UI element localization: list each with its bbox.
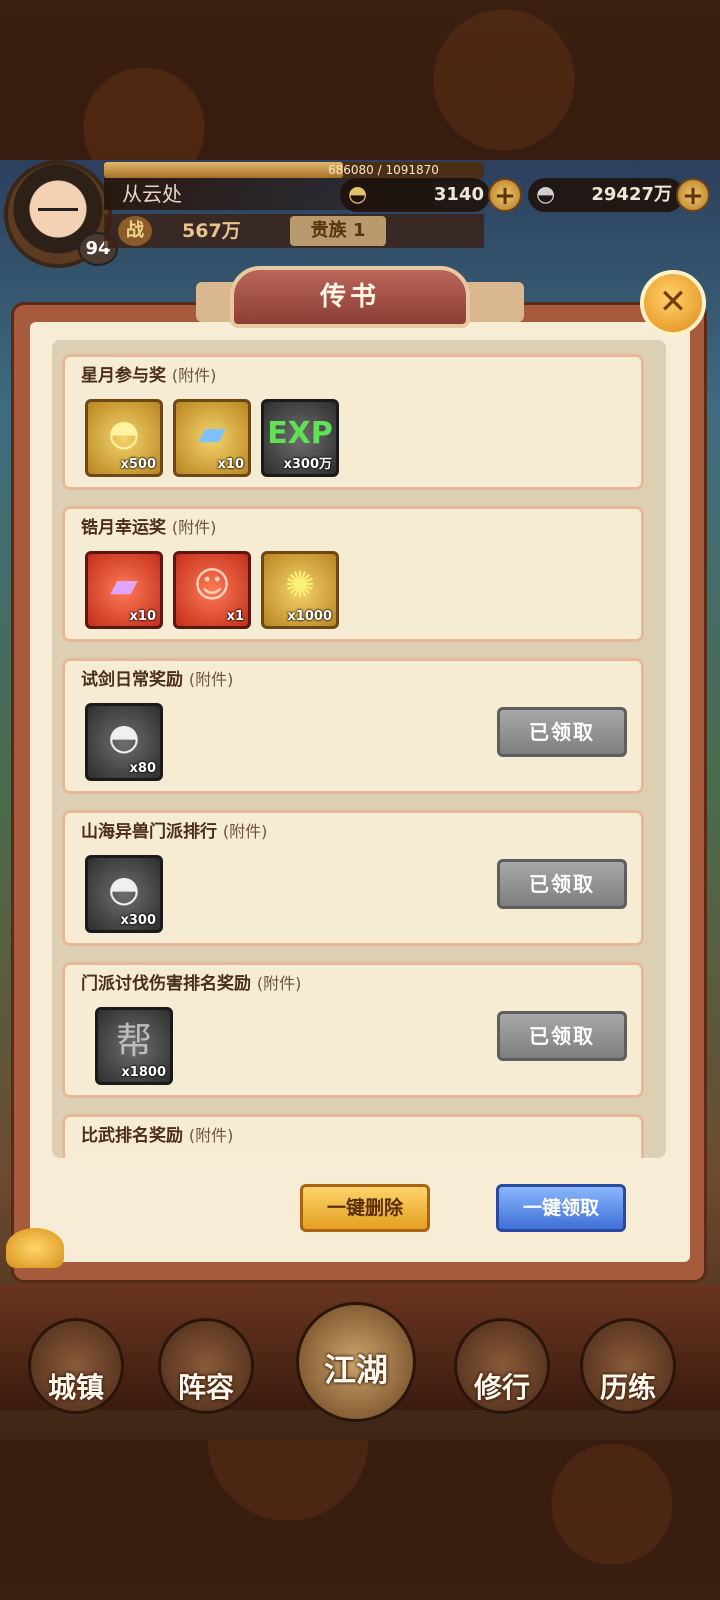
claim-all-button[interactable]: 一键领取 (496, 1184, 626, 1232)
player-name: 从云处 (122, 182, 182, 206)
gold-ingot-icon[interactable]: ◓ x500 (85, 399, 163, 477)
add-gold-button[interactable]: + (488, 178, 522, 212)
close-button[interactable]: ✕ (640, 270, 706, 336)
nav-training-label: 历练 (599, 1371, 656, 1404)
claimed-button[interactable]: 已领取 (497, 859, 627, 909)
golden-swirl-icon[interactable]: ✺ x1000 (261, 551, 339, 629)
add-silver-button[interactable]: + (676, 178, 710, 212)
ingot-silver-icon: ◓ (536, 182, 556, 207)
exp-orb-icon[interactable]: EXP x300万 (261, 399, 339, 477)
mail-title: 锆月幸运奖 (附件) (81, 518, 217, 538)
noble-rank-badge[interactable]: 贵族 1 (290, 216, 386, 246)
cloud-ornament (6, 1228, 64, 1268)
combat-power-value: 567万 (182, 220, 241, 242)
nav-lineup-label: 阵容 (177, 1371, 234, 1404)
mail-item[interactable]: 试剑日常奖励 (附件) ◓ x80 已领取 (62, 658, 644, 794)
purple-scroll-icon[interactable]: ▰ x10 (85, 551, 163, 629)
mail-title: 试剑日常奖励 (附件) (81, 670, 234, 690)
mail-item[interactable]: 比武排名奖励 (附件) (62, 1114, 644, 1158)
nav-jianghu-label: 江湖 (323, 1351, 388, 1389)
ingot-gold-icon: ◓ (348, 182, 368, 207)
exp-bar-fill (104, 162, 343, 178)
currency-gold-value: 3140 (433, 184, 484, 205)
mail-title: 门派讨伐伤害排名奖励 (附件) (81, 974, 302, 994)
claimed-button[interactable]: 已领取 (497, 1011, 627, 1061)
mail-item[interactable]: 门派讨伐伤害排名奖励 (附件) 帮 x1800 已领取 (62, 962, 644, 1098)
hero-shard-icon[interactable]: ☺ x1 (173, 551, 251, 629)
silver-ingot-icon[interactable]: ◓ x80 (85, 703, 163, 781)
mail-item[interactable]: 山海异兽门派排行 (附件) ◓ x300 已领取 (62, 810, 644, 946)
blue-scroll-icon[interactable]: ▰ x10 (173, 399, 251, 477)
silver-ingot-icon[interactable]: ◓ x300 (85, 855, 163, 933)
dialog-title-plate: 传书 (230, 266, 470, 328)
currency-silver-value: 29427万 (591, 184, 672, 205)
guild-token-icon[interactable]: 帮 x1800 (95, 1007, 173, 1085)
dialog-title: 传书 (319, 282, 380, 312)
nav-cultivate-label: 修行 (473, 1371, 530, 1404)
mail-item[interactable]: 锆月幸运奖 (附件) ▰ x10 ☺ x1 ✺ x1000 (62, 506, 644, 642)
claimed-button[interactable]: 已领取 (497, 707, 627, 757)
close-icon: ✕ (658, 282, 688, 322)
delete-all-button[interactable]: 一键删除 (300, 1184, 430, 1232)
mail-item[interactable]: 星月参与奖 (附件) ◓ x500 ▰ x10 EXP x300万 (62, 354, 644, 490)
mail-title: 星月参与奖 (附件) (81, 366, 217, 386)
mail-title: 山海异兽门派排行 (附件) (81, 822, 268, 842)
combat-power-icon: 战 (118, 216, 152, 246)
exp-text: 686080 / 1091870 (328, 163, 439, 177)
nav-town-label: 城镇 (47, 1371, 104, 1404)
mail-title: 比武排名奖励 (附件) (81, 1126, 234, 1146)
